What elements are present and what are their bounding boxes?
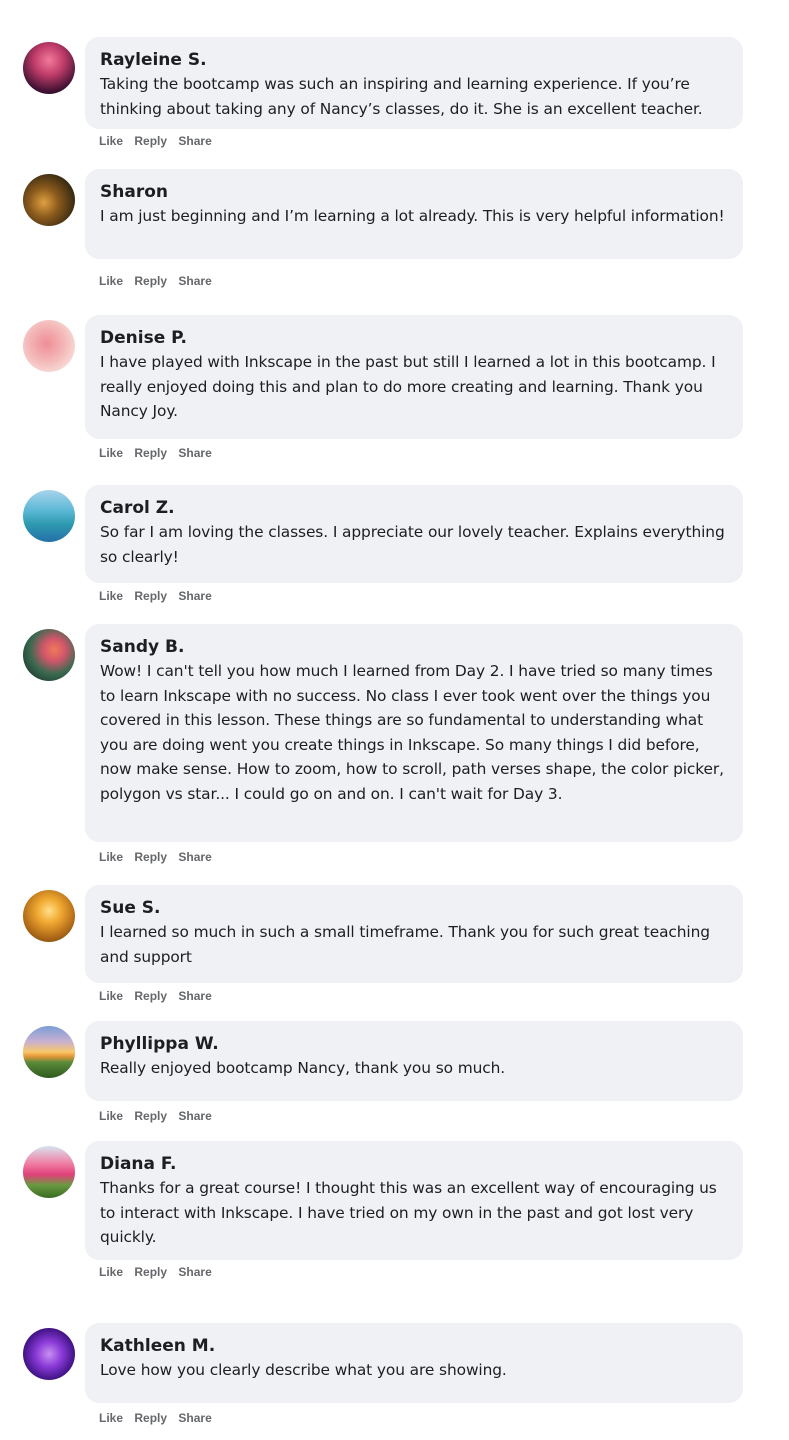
reply-button[interactable]: Reply	[134, 589, 167, 603]
reply-button[interactable]: Reply	[134, 274, 167, 288]
comment-bubble: Sandy B. Wow! I can't tell you how much …	[85, 624, 743, 842]
comment-bubble: Rayleine S. Taking the bootcamp was such…	[85, 37, 743, 129]
reply-button[interactable]: Reply	[134, 446, 167, 460]
comment-text: So far I am loving the classes. I apprec…	[100, 523, 725, 566]
avatar[interactable]	[23, 42, 75, 94]
avatar[interactable]	[23, 629, 75, 681]
commenter-name[interactable]: Kathleen M.	[100, 1334, 729, 1358]
like-button[interactable]: Like	[99, 1411, 123, 1425]
comment-text: Wow! I can't tell you how much I learned…	[100, 662, 724, 803]
comment-bubble: Sharon I am just beginning and I’m learn…	[85, 169, 743, 259]
comment-text: I have played with Inkscape in the past …	[100, 353, 716, 420]
commenter-name[interactable]: Rayleine S.	[100, 48, 729, 72]
reply-button[interactable]: Reply	[134, 850, 167, 864]
commenter-name[interactable]: Carol Z.	[100, 496, 729, 520]
comment-actions: Like Reply Share	[99, 1265, 220, 1279]
comment-bubble: Phyllippa W. Really enjoyed bootcamp Nan…	[85, 1021, 743, 1101]
comment-actions: Like Reply Share	[99, 1411, 220, 1425]
like-button[interactable]: Like	[99, 850, 123, 864]
avatar[interactable]	[23, 1146, 75, 1198]
reply-button[interactable]: Reply	[134, 1411, 167, 1425]
comment-actions: Like Reply Share	[99, 274, 220, 288]
reply-button[interactable]: Reply	[134, 1109, 167, 1123]
share-button[interactable]: Share	[178, 589, 211, 603]
comment-text: Thanks for a great course! I thought thi…	[100, 1179, 717, 1246]
avatar[interactable]	[23, 1328, 75, 1380]
reply-button[interactable]: Reply	[134, 1265, 167, 1279]
share-button[interactable]: Share	[178, 274, 211, 288]
like-button[interactable]: Like	[99, 274, 123, 288]
comment-text: Really enjoyed bootcamp Nancy, thank you…	[100, 1059, 506, 1077]
comment-actions: Like Reply Share	[99, 1109, 220, 1123]
comment-text: Love how you clearly describe what you a…	[100, 1361, 507, 1379]
share-button[interactable]: Share	[178, 134, 211, 148]
like-button[interactable]: Like	[99, 989, 123, 1003]
comment-bubble: Carol Z. So far I am loving the classes.…	[85, 485, 743, 583]
share-button[interactable]: Share	[178, 446, 211, 460]
share-button[interactable]: Share	[178, 1109, 211, 1123]
comment-bubble: Kathleen M. Love how you clearly describ…	[85, 1323, 743, 1403]
share-button[interactable]: Share	[178, 1411, 211, 1425]
commenter-name[interactable]: Sharon	[100, 180, 729, 204]
avatar[interactable]	[23, 320, 75, 372]
comment-actions: Like Reply Share	[99, 134, 220, 148]
like-button[interactable]: Like	[99, 446, 123, 460]
comment-actions: Like Reply Share	[99, 850, 220, 864]
avatar[interactable]	[23, 174, 75, 226]
comment-actions: Like Reply Share	[99, 446, 220, 460]
comment-bubble: Sue S. I learned so much in such a small…	[85, 885, 743, 983]
commenter-name[interactable]: Diana F.	[100, 1152, 729, 1176]
share-button[interactable]: Share	[178, 1265, 211, 1279]
commenter-name[interactable]: Sandy B.	[100, 635, 729, 659]
like-button[interactable]: Like	[99, 1265, 123, 1279]
comment-bubble: Denise P. I have played with Inkscape in…	[85, 315, 743, 439]
comment-actions: Like Reply Share	[99, 589, 220, 603]
commenter-name[interactable]: Phyllippa W.	[100, 1032, 729, 1056]
comment-bubble: Diana F. Thanks for a great course! I th…	[85, 1141, 743, 1260]
like-button[interactable]: Like	[99, 134, 123, 148]
commenter-name[interactable]: Sue S.	[100, 896, 729, 920]
comment-text: Taking the bootcamp was such an inspirin…	[100, 75, 703, 118]
reply-button[interactable]: Reply	[134, 989, 167, 1003]
share-button[interactable]: Share	[178, 989, 211, 1003]
avatar[interactable]	[23, 890, 75, 942]
reply-button[interactable]: Reply	[134, 134, 167, 148]
like-button[interactable]: Like	[99, 589, 123, 603]
commenter-name[interactable]: Denise P.	[100, 326, 729, 350]
share-button[interactable]: Share	[178, 850, 211, 864]
like-button[interactable]: Like	[99, 1109, 123, 1123]
comment-text: I am just beginning and I’m learning a l…	[100, 207, 725, 225]
comment-actions: Like Reply Share	[99, 989, 220, 1003]
avatar[interactable]	[23, 490, 75, 542]
avatar[interactable]	[23, 1026, 75, 1078]
comment-text: I learned so much in such a small timefr…	[100, 923, 710, 966]
